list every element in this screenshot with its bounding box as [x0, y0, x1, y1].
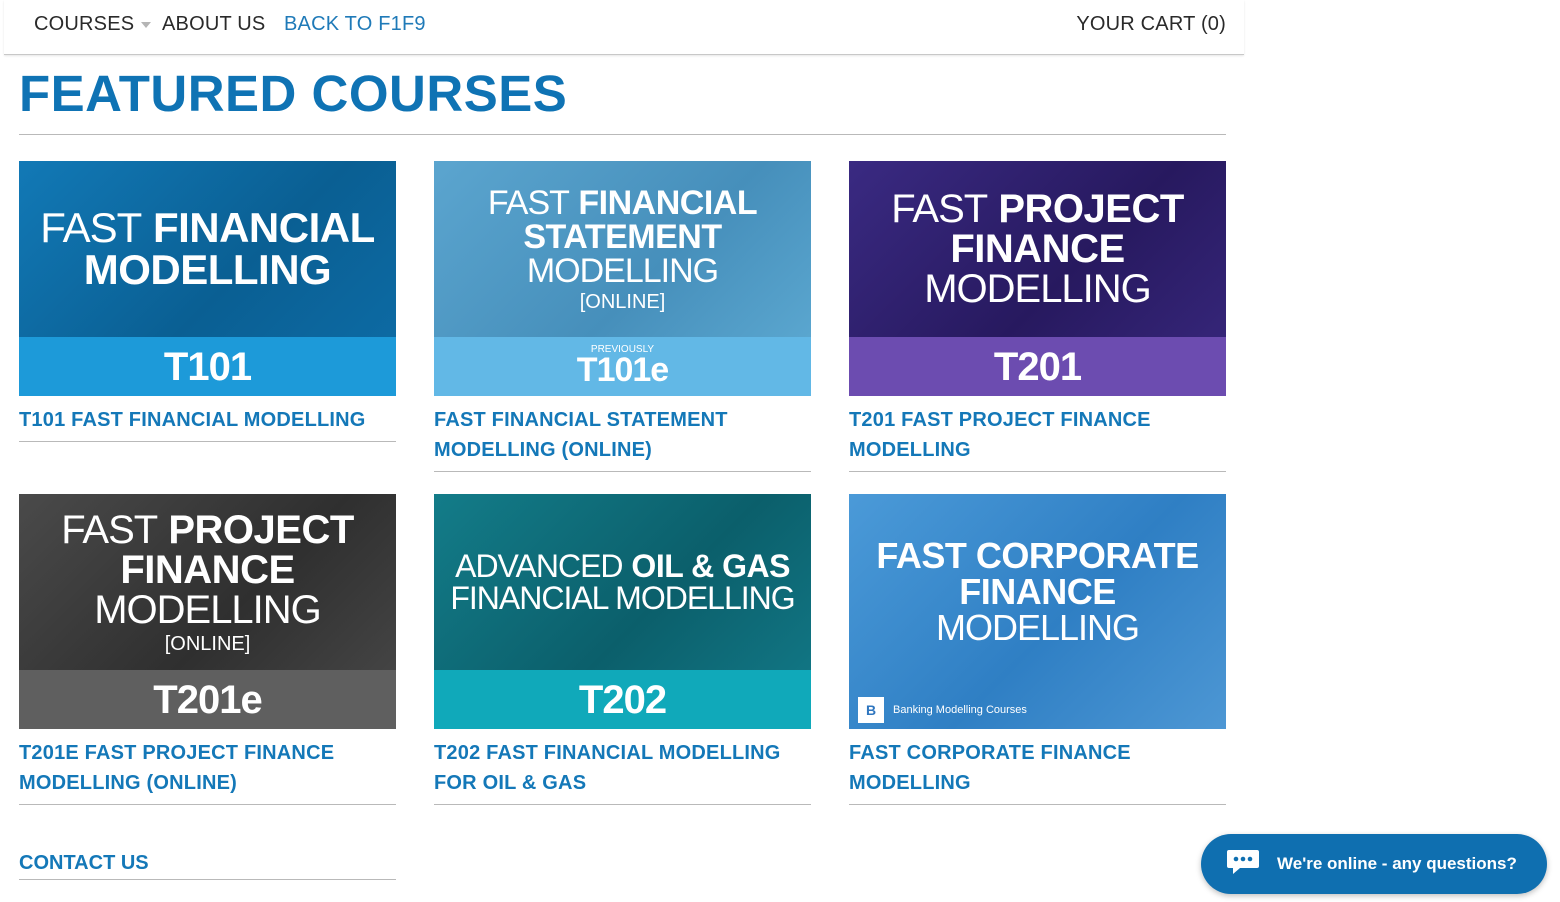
course-image-line: MODELLING	[83, 246, 332, 293]
course-image-text-bold: PROJECT	[168, 508, 354, 552]
course-image-t202[interactable]: ADVANCED OIL & GAS FINANCIAL MODELLING T…	[434, 494, 811, 729]
page-title: FEATURED COURSES	[19, 65, 568, 122]
course-code: T201e	[153, 678, 262, 722]
course-image-line: FAST PROJECT	[61, 510, 354, 550]
course-image-line: FAST CORPORATE	[876, 534, 1199, 576]
course-image-text-bold: PROJECT	[998, 187, 1184, 231]
course-image-line: FAST FINANCIAL	[487, 184, 758, 222]
banking-logo-text: Banking Modelling Courses	[893, 704, 1027, 716]
course-image-banner: FAST FINANCIAL MODELLING	[19, 161, 396, 337]
nav-courses-menu[interactable]: COURSES	[34, 13, 152, 36]
banking-logo-icon: B	[858, 697, 884, 723]
course-code-band: T201e	[19, 670, 396, 729]
live-chat-button[interactable]: We're online - any questions?	[1201, 834, 1547, 894]
course-image-line: ADVANCED OIL & GAS	[455, 550, 790, 582]
nav-courses-label: COURSES	[34, 13, 135, 35]
course-image-line: MODELLING	[924, 267, 1152, 311]
course-image-text-light: ADVANCED	[455, 548, 623, 584]
course-image-banner: FAST CORPORATE FINANCE MODELLING	[849, 494, 1226, 729]
course-image-text-bold: OIL & GAS	[631, 548, 790, 584]
course-image-t101[interactable]: FAST FINANCIAL MODELLING T101	[19, 161, 396, 396]
course-image-t101e[interactable]: FAST FINANCIAL STATEMENT MODELLING [ONLI…	[434, 161, 811, 396]
course-title-link[interactable]: FAST CORPORATE FINANCE MODELLING	[849, 738, 1226, 798]
course-image-corporate-finance[interactable]: FAST CORPORATE FINANCE MODELLING B Banki…	[849, 494, 1226, 729]
course-image-text-bold: FINANCIAL	[578, 184, 758, 222]
nav-about-us-link[interactable]: ABOUT US	[162, 13, 265, 36]
course-divider	[19, 441, 396, 442]
course-card-corporate-finance: FAST CORPORATE FINANCE MODELLING B Banki…	[849, 494, 1226, 805]
nav-cart-link[interactable]: YOUR CART (0)	[1076, 13, 1226, 36]
course-divider	[849, 471, 1226, 472]
course-image-line: FAST PROJECT	[891, 189, 1184, 229]
course-title-link[interactable]: FAST FINANCIAL STATEMENT MODELLING (ONLI…	[434, 405, 811, 465]
course-image-line: FINANCE	[120, 548, 295, 592]
nav-back-to-f1f9-link[interactable]: BACK TO F1F9	[284, 13, 426, 36]
course-image-banner: FAST PROJECT FINANCE MODELLING	[849, 161, 1226, 337]
course-divider	[19, 804, 396, 805]
course-title-link[interactable]: T202 FAST FINANCIAL MODELLING FOR OIL & …	[434, 738, 811, 798]
chat-label: We're online - any questions?	[1277, 854, 1517, 873]
course-image-text-light: FAST	[61, 508, 158, 552]
course-image-text-light: FAST	[891, 187, 988, 231]
course-image-t201[interactable]: FAST PROJECT FINANCE MODELLING T201	[849, 161, 1226, 396]
course-image-t201e[interactable]: FAST PROJECT FINANCE MODELLING [ONLINE] …	[19, 494, 396, 729]
course-card-t101: FAST FINANCIAL MODELLING T101 T101 FAST …	[19, 161, 396, 442]
course-image-banner: FAST PROJECT FINANCE MODELLING [ONLINE]	[19, 494, 396, 670]
course-divider	[849, 804, 1226, 805]
course-image-text-light: FAST	[40, 204, 142, 251]
course-card-t101e: FAST FINANCIAL STATEMENT MODELLING [ONLI…	[434, 161, 811, 472]
course-image-line: FAST FINANCIAL	[40, 207, 375, 249]
course-image-line: MODELLING	[94, 588, 322, 632]
chat-bubble-icon	[1227, 850, 1259, 874]
course-code-band: T101	[19, 337, 396, 396]
course-divider	[434, 471, 811, 472]
course-card-t201: FAST PROJECT FINANCE MODELLING T201 T201…	[849, 161, 1226, 472]
course-image-text-light: FAST	[487, 184, 570, 222]
title-divider	[19, 134, 1226, 135]
chevron-down-icon	[141, 21, 152, 28]
course-image-line: STATEMENT	[523, 218, 722, 256]
course-image-line: FINANCIAL MODELLING	[450, 580, 795, 616]
contact-divider	[19, 879, 396, 880]
course-code: T101	[163, 345, 252, 389]
course-code: T101e	[576, 351, 669, 389]
course-card-t202: ADVANCED OIL & GAS FINANCIAL MODELLING T…	[434, 494, 811, 805]
contact-us-link[interactable]: CONTACT US	[19, 852, 149, 875]
course-image-banner: FAST FINANCIAL STATEMENT MODELLING [ONLI…	[434, 161, 811, 337]
course-code: T202	[578, 678, 667, 722]
course-image-line: FINANCE	[959, 570, 1116, 612]
course-code-band: T202	[434, 670, 811, 729]
course-code-band: T201	[849, 337, 1226, 396]
course-image-banner: ADVANCED OIL & GAS FINANCIAL MODELLING	[434, 494, 811, 670]
course-title-link[interactable]: T101 FAST FINANCIAL MODELLING	[19, 405, 396, 435]
banking-modelling-logo: B Banking Modelling Courses	[858, 697, 1027, 723]
course-code-band: PREVIOUSLY T101e	[434, 337, 811, 396]
course-card-t201e: FAST PROJECT FINANCE MODELLING [ONLINE] …	[19, 494, 396, 805]
course-image-line: MODELLING	[935, 606, 1140, 648]
course-divider	[434, 804, 811, 805]
course-image-line: [ONLINE]	[579, 291, 666, 313]
course-image-line: [ONLINE]	[164, 633, 251, 655]
course-code: T201	[993, 345, 1082, 389]
top-navigation: COURSES ABOUT US BACK TO F1F9 YOUR CART …	[4, 0, 1244, 55]
course-image-line: MODELLING	[526, 252, 719, 290]
course-image-text-bold: FINANCIAL	[152, 204, 375, 251]
course-title-link[interactable]: T201E FAST PROJECT FINANCE MODELLING (ON…	[19, 738, 396, 798]
course-title-link[interactable]: T201 FAST PROJECT FINANCE MODELLING	[849, 405, 1226, 465]
course-image-line: FINANCE	[950, 227, 1125, 271]
